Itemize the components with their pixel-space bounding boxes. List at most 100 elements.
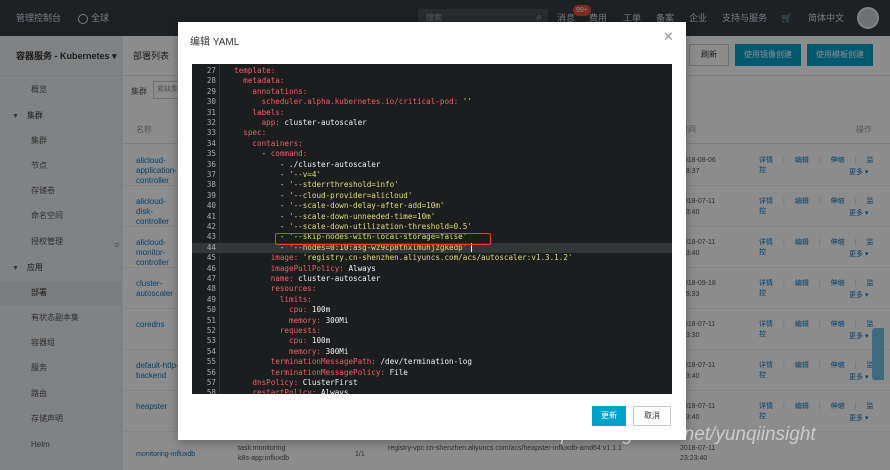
line-number: 43 [206, 232, 216, 242]
line-number: 39 [206, 190, 216, 200]
code-line[interactable]: 53 cpu: 100m [192, 336, 672, 346]
code-text: image: 'registry.cn-shenzhen.aliyuncs.co… [225, 253, 573, 263]
code-token: - [225, 149, 271, 159]
close-icon[interactable]: ✕ [663, 29, 674, 45]
line-number: 50 [206, 305, 216, 315]
code-text: requests: [225, 326, 321, 336]
code-token: 300Mi [325, 346, 349, 356]
code-line[interactable]: 38 - '--stderrthreshold=info' [192, 180, 672, 190]
code-line[interactable]: 54 memory: 300Mi [192, 347, 672, 357]
line-number: 57 [206, 378, 216, 387]
code-text: spec: [225, 128, 266, 138]
line-number: 55 [206, 357, 216, 367]
code-text: memory: 300Mi [225, 316, 348, 326]
code-token: limits: [225, 294, 312, 304]
code-token: name: [225, 274, 299, 283]
code-token: - [225, 159, 290, 169]
line-number: 42 [206, 222, 216, 231]
code-token: - [225, 201, 290, 211]
code-token: metadata: [225, 76, 285, 86]
code-line[interactable]: 57 dnsPolicy: ClusterFirst [192, 378, 672, 388]
code-line[interactable]: 41 - '--scale-down-unneeded-time=10m' [192, 212, 672, 222]
code-token: terminationMessagePolicy: [225, 367, 390, 377]
code-text: - command: [225, 149, 308, 159]
code-line[interactable]: 35 - command: [192, 149, 672, 159]
code-token: '--scale-down-delay-after-add=10m' [289, 201, 445, 211]
code-text: resources: [225, 284, 317, 294]
code-text: template: [225, 66, 275, 76]
line-number: 27 [206, 66, 216, 75]
code-token: containers: [225, 138, 303, 148]
update-button[interactable]: 更新 [592, 406, 626, 426]
line-number: 52 [206, 326, 216, 335]
code-token: 100m [311, 336, 331, 346]
line-number: 38 [206, 180, 216, 190]
code-text: labels: [225, 108, 284, 118]
code-token: File [389, 367, 408, 377]
cancel-button[interactable]: 取消 [633, 406, 671, 426]
code-line[interactable]: 58 restartPolicy: Always [192, 388, 672, 394]
code-line[interactable]: 49 limits: [192, 295, 672, 305]
code-line[interactable]: 42 - '--scale-down-utilization-threshold… [192, 222, 672, 232]
code-line[interactable]: 29 annotations: [192, 87, 672, 97]
code-text: limits: [225, 295, 312, 305]
code-token: spec: [225, 128, 267, 138]
line-number: 45 [206, 253, 216, 263]
line-number: 29 [206, 86, 216, 96]
code-line[interactable]: 36 - ./cluster-autoscaler [192, 160, 672, 170]
line-number: 32 [206, 118, 216, 127]
line-number: 46 [206, 263, 216, 273]
code-line[interactable]: 55 terminationMessagePath: /dev/terminat… [192, 357, 672, 367]
code-token: - [225, 211, 290, 221]
code-line[interactable]: 47 name: cluster-autoscaler [192, 274, 672, 284]
line-number: 40 [206, 201, 216, 211]
code-line[interactable]: 51 memory: 300Mi [192, 316, 672, 326]
code-token: template: [225, 66, 276, 75]
code-line[interactable]: 50 cpu: 100m [192, 305, 672, 315]
code-text: - '--stderrthreshold=info' [225, 180, 399, 190]
code-token: 300Mi [325, 315, 349, 325]
line-number: 35 [206, 149, 216, 159]
code-text: - '--scale-down-utilization-threshold=0.… [225, 222, 472, 232]
code-token: memory: [225, 315, 326, 325]
code-line[interactable]: 39 - '--cloud-provider=alicloud' [192, 191, 672, 201]
code-line[interactable]: 31 labels: [192, 108, 672, 118]
code-token: annotations: [225, 86, 308, 96]
line-number: 54 [206, 346, 216, 356]
code-line[interactable]: 37 - '--v=4' [192, 170, 672, 180]
code-token: requests: [225, 326, 322, 335]
code-token: app: [225, 118, 285, 127]
code-token: labels: [225, 107, 285, 117]
code-line[interactable]: 46 imagePullPolicy: Always [192, 264, 672, 274]
code-text: memory: 300Mi [225, 347, 348, 357]
code-token: 'registry.cn-shenzhen.aliyuncs.com/acs/a… [302, 253, 573, 263]
code-token: command: [270, 149, 308, 159]
code-line[interactable]: 32 app: cluster-autoscaler [192, 118, 672, 128]
code-token: /dev/termination-log [380, 357, 472, 367]
code-token: Always [348, 263, 376, 273]
line-number: 49 [206, 294, 216, 304]
code-line[interactable]: 28 metadata: [192, 76, 672, 86]
code-line[interactable]: 48 resources: [192, 284, 672, 294]
code-token: cpu: [225, 336, 312, 346]
code-line[interactable]: 52 requests: [192, 326, 672, 336]
line-number: 31 [206, 107, 216, 117]
code-token: memory: [225, 346, 326, 356]
code-line[interactable]: 33 spec: [192, 128, 672, 138]
code-token: terminationMessagePath: [225, 357, 381, 367]
yaml-editor[interactable]: 27 template: 28 metadata: 29 annotations: 3… [192, 64, 672, 394]
code-line[interactable]: 34 containers: [192, 139, 672, 149]
code-line[interactable]: 27 template: [192, 66, 672, 76]
code-text: - '--scale-down-unneeded-time=10m' [225, 212, 435, 222]
code-text: cpu: 100m [225, 305, 330, 315]
code-line[interactable]: 30 scheduler.alpha.kubernetes.io/critica… [192, 97, 672, 107]
code-line[interactable]: 45 image: 'registry.cn-shenzhen.aliyuncs… [192, 253, 672, 263]
code-line[interactable]: 40 - '--scale-down-delay-after-add=10m' [192, 201, 672, 211]
line-number: 51 [206, 315, 216, 325]
line-number: 44 [206, 242, 216, 252]
code-token: image: [225, 253, 303, 263]
code-line[interactable]: 56 terminationMessagePolicy: File [192, 368, 672, 378]
dialog-title: 编辑 YAML [190, 37, 240, 48]
code-text: - ./cluster-autoscaler [225, 159, 381, 170]
code-token: restartPolicy: [225, 388, 322, 394]
